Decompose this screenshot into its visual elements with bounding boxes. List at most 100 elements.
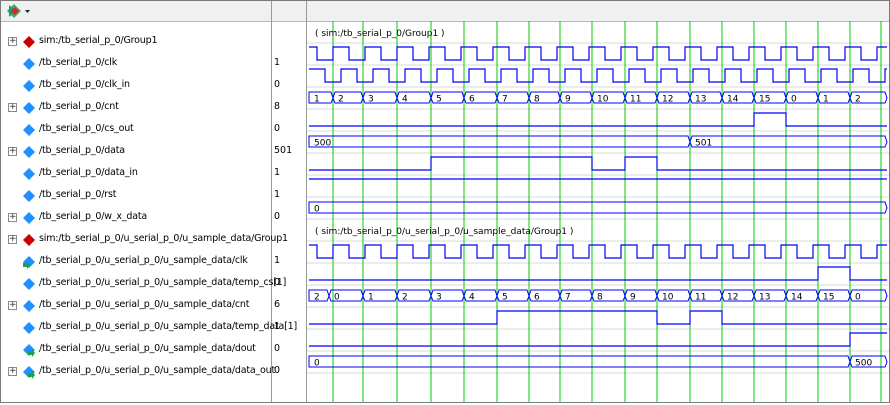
bit-waveform <box>309 310 887 325</box>
signal-value: 1 <box>274 321 281 332</box>
value-row: 0 <box>272 362 307 384</box>
bus-value: 8 <box>597 293 603 303</box>
value-row: 1 <box>272 164 307 186</box>
signal-row[interactable]: + /tb_serial_p_0/data <box>1 142 271 164</box>
signal-row[interactable]: /tb_serial_p_0/cs_out <box>1 120 271 142</box>
value-row: 501 <box>272 142 307 164</box>
signal-name: /tb_serial_p_0/w_x_data <box>39 211 147 222</box>
signal-row[interactable]: + /tb_serial_p_0/u_serial_p_0/u_sample_da… <box>1 362 275 384</box>
signal-diamond-icon <box>23 212 35 224</box>
bus-value: 1 <box>368 293 374 303</box>
group-row[interactable]: + sim:/tb_serial_p_0/u_serial_p_0/u_sampl… <box>1 230 288 252</box>
signal-value: 501 <box>274 145 293 156</box>
bus-segment <box>308 355 851 368</box>
value-row: 1 <box>272 318 307 340</box>
signal-diamond-icon <box>23 58 35 70</box>
port-out-icon <box>23 344 35 357</box>
bus-value: 14 <box>727 95 739 105</box>
signal-value: 8 <box>274 101 281 112</box>
bus-value: 1 <box>823 95 829 105</box>
signal-value: 0 <box>274 79 281 90</box>
signal-name-pane: + sim:/tb_serial_p_0/Group1/tb_serial_p_0… <box>1 22 297 402</box>
value-row: 0 <box>272 120 307 142</box>
signal-name: /tb_serial_p_0/u_serial_p_0/u_sample_dat… <box>39 343 256 354</box>
signal-diamond-icon <box>23 300 35 312</box>
bus-value: 5 <box>436 95 442 105</box>
signal-name: /tb_serial_p_0/rst <box>39 189 117 200</box>
value-row: 1 <box>272 252 307 274</box>
waveform-canvas[interactable]: ( sim:/tb_serial_p_0/Group1 ) ( sim:/tb_s… <box>307 1 889 402</box>
bus-value: 15 <box>823 293 834 303</box>
signal-row[interactable]: /tb_serial_p_0/clk_in <box>1 76 271 98</box>
bus-value: 0 <box>314 359 320 369</box>
expand-toggle[interactable]: + <box>8 301 17 310</box>
signal-name: /tb_serial_p_0/cnt <box>39 101 119 112</box>
expand-toggle[interactable]: + <box>8 367 17 376</box>
signal-value: 0 <box>274 123 281 134</box>
bus-value: 500 <box>855 359 872 369</box>
signal-value: 0 <box>274 277 281 288</box>
bus-value: 11 <box>630 95 641 105</box>
bus-value: 10 <box>662 293 674 303</box>
signal-diamond-icon <box>23 190 35 202</box>
bus-value: 5 <box>502 293 508 303</box>
signal-row[interactable]: /tb_serial_p_0/rst <box>1 186 271 208</box>
value-row: 0 <box>272 274 307 296</box>
bus-segment <box>308 91 334 104</box>
value-row: 0 <box>272 208 307 230</box>
bus-value: 14 <box>791 293 803 303</box>
expand-toggle[interactable]: + <box>8 37 17 46</box>
signal-row[interactable]: /tb_serial_p_0/clk <box>1 54 271 76</box>
signal-value: 1 <box>274 57 281 68</box>
signal-name: /tb_serial_p_0/u_serial_p_0/u_sample_dat… <box>39 321 297 332</box>
bus-value: 13 <box>759 293 770 303</box>
signal-row[interactable]: + /tb_serial_p_0/cnt <box>1 98 271 120</box>
signal-row[interactable]: + /tb_serial_p_0/w_x_data <box>1 208 271 230</box>
bus-value: 6 <box>534 293 540 303</box>
bus-segment <box>308 135 691 148</box>
signal-name: /tb_serial_p_0/data <box>39 145 125 156</box>
bit-waveform <box>309 156 887 171</box>
group-diamond-icon <box>23 234 35 246</box>
expand-toggle[interactable]: + <box>8 103 17 112</box>
port-out-icon <box>23 366 35 379</box>
value-row <box>272 32 307 54</box>
signal-row[interactable]: + /tb_serial_p_0/u_serial_p_0/u_sample_da… <box>1 296 271 318</box>
signal-diamond-icon <box>23 146 35 158</box>
bus-value: 8 <box>534 95 540 105</box>
signal-diamond-icon <box>23 80 35 92</box>
bus-value: 0 <box>314 205 320 215</box>
signal-row[interactable]: /tb_serial_p_0/u_serial_p_0/u_sample_dat… <box>1 340 271 362</box>
signal-diamond-icon <box>23 102 35 114</box>
value-row: 1 <box>272 54 307 76</box>
expand-toggle[interactable]: + <box>8 147 17 156</box>
bus-value: 13 <box>695 95 706 105</box>
group-diamond-icon <box>23 36 35 48</box>
waveform-pane: ( sim:/tb_serial_p_0/Group1 ) ( sim:/tb_s… <box>307 1 889 402</box>
bit-waveform <box>309 266 887 281</box>
value-row: 0 <box>272 76 307 98</box>
group-row[interactable]: + sim:/tb_serial_p_0/Group1 <box>1 32 271 54</box>
group-label-wave: ( sim:/tb_serial_p_0/Group1 ) <box>315 29 445 39</box>
signal-name: sim:/tb_serial_p_0/u_serial_p_0/u_sample… <box>39 233 288 244</box>
bus-value: 12 <box>662 95 673 105</box>
signal-row[interactable]: /tb_serial_p_0/u_serial_p_0/u_sample_dat… <box>1 252 271 274</box>
signal-diamond-icon <box>23 168 35 180</box>
bus-value: 10 <box>597 95 609 105</box>
signal-name: /tb_serial_p_0/u_serial_p_0/u_sample_dat… <box>39 299 250 310</box>
bus-segment <box>308 201 888 214</box>
signal-row[interactable]: /tb_serial_p_0/u_serial_p_0/u_sample_dat… <box>1 274 286 296</box>
bit-waveform <box>309 332 887 347</box>
expand-toggle[interactable]: + <box>8 213 17 222</box>
expand-toggle[interactable]: + <box>8 235 17 244</box>
signal-diamond-icon <box>23 322 35 334</box>
wave-diamond-dropdown-icon[interactable] <box>5 3 33 19</box>
signal-value: 1 <box>274 167 281 178</box>
signal-diamond-icon <box>23 278 35 290</box>
bus-value: 0 <box>334 293 340 303</box>
signal-row[interactable]: /tb_serial_p_0/data_in <box>1 164 271 186</box>
signal-value: 6 <box>274 299 281 310</box>
signal-name: sim:/tb_serial_p_0/Group1 <box>39 35 158 46</box>
signal-row[interactable]: /tb_serial_p_0/u_serial_p_0/u_sample_dat… <box>1 318 297 340</box>
bus-value: 2 <box>338 95 344 105</box>
